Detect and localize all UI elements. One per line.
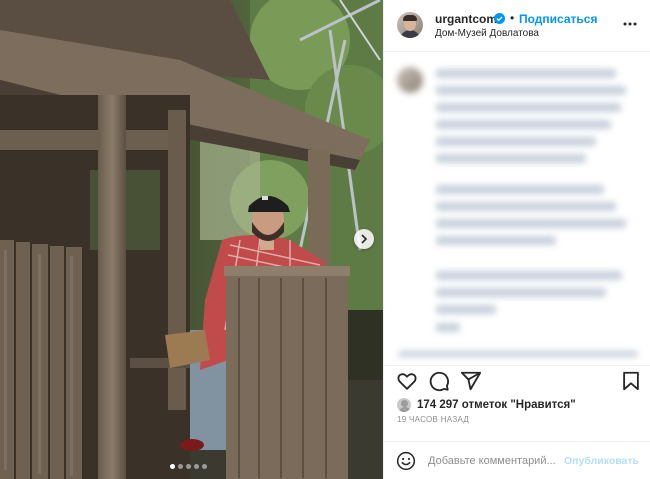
comment-bar: Опубликовать — [384, 441, 650, 479]
publish-button[interactable]: Опубликовать — [564, 455, 639, 467]
avatar[interactable] — [397, 12, 423, 38]
caption-avatar — [397, 67, 423, 93]
separator-dot: • — [510, 11, 515, 25]
carousel-dot — [178, 464, 183, 469]
emoji-icon[interactable] — [396, 451, 416, 471]
username-link[interactable]: urgantcom — [435, 12, 497, 26]
post-header: urgantcom • Подписаться Дом-Музей Довлат… — [384, 0, 650, 52]
post-actions: 174 297 отметок "Нравится" 19 ЧАСОВ НАЗА… — [384, 365, 650, 441]
photo-illustration — [0, 0, 383, 479]
comment-icon[interactable] — [428, 370, 450, 392]
carousel-dot — [194, 464, 199, 469]
post-timestamp[interactable]: 19 ЧАСОВ НАЗАД — [397, 415, 469, 424]
follow-button[interactable]: Подписаться — [519, 12, 597, 26]
liker-avatar[interactable] — [396, 397, 412, 413]
carousel-dot — [170, 464, 175, 469]
carousel-indicator — [170, 464, 207, 469]
likes-row: 174 297 отметок "Нравится" — [396, 397, 576, 413]
verified-badge-icon — [494, 13, 505, 24]
post-side-panel: urgantcom • Подписаться Дом-Музей Довлат… — [383, 0, 650, 479]
more-options-icon[interactable] — [622, 16, 638, 32]
heart-icon[interactable] — [396, 370, 418, 392]
next-slide-button[interactable] — [354, 229, 374, 249]
share-icon[interactable] — [460, 370, 482, 392]
likes-count[interactable]: 174 297 отметок "Нравится" — [417, 399, 576, 411]
carousel-dot — [202, 464, 207, 469]
comment-input[interactable] — [428, 452, 558, 470]
carousel-dot — [186, 464, 191, 469]
chevron-right-icon — [361, 234, 368, 244]
bookmark-icon[interactable] — [620, 370, 642, 392]
location-link[interactable]: Дом-Музей Довлатова — [435, 28, 539, 39]
caption-area-blurred — [384, 53, 650, 365]
post-photo[interactable] — [0, 0, 383, 479]
